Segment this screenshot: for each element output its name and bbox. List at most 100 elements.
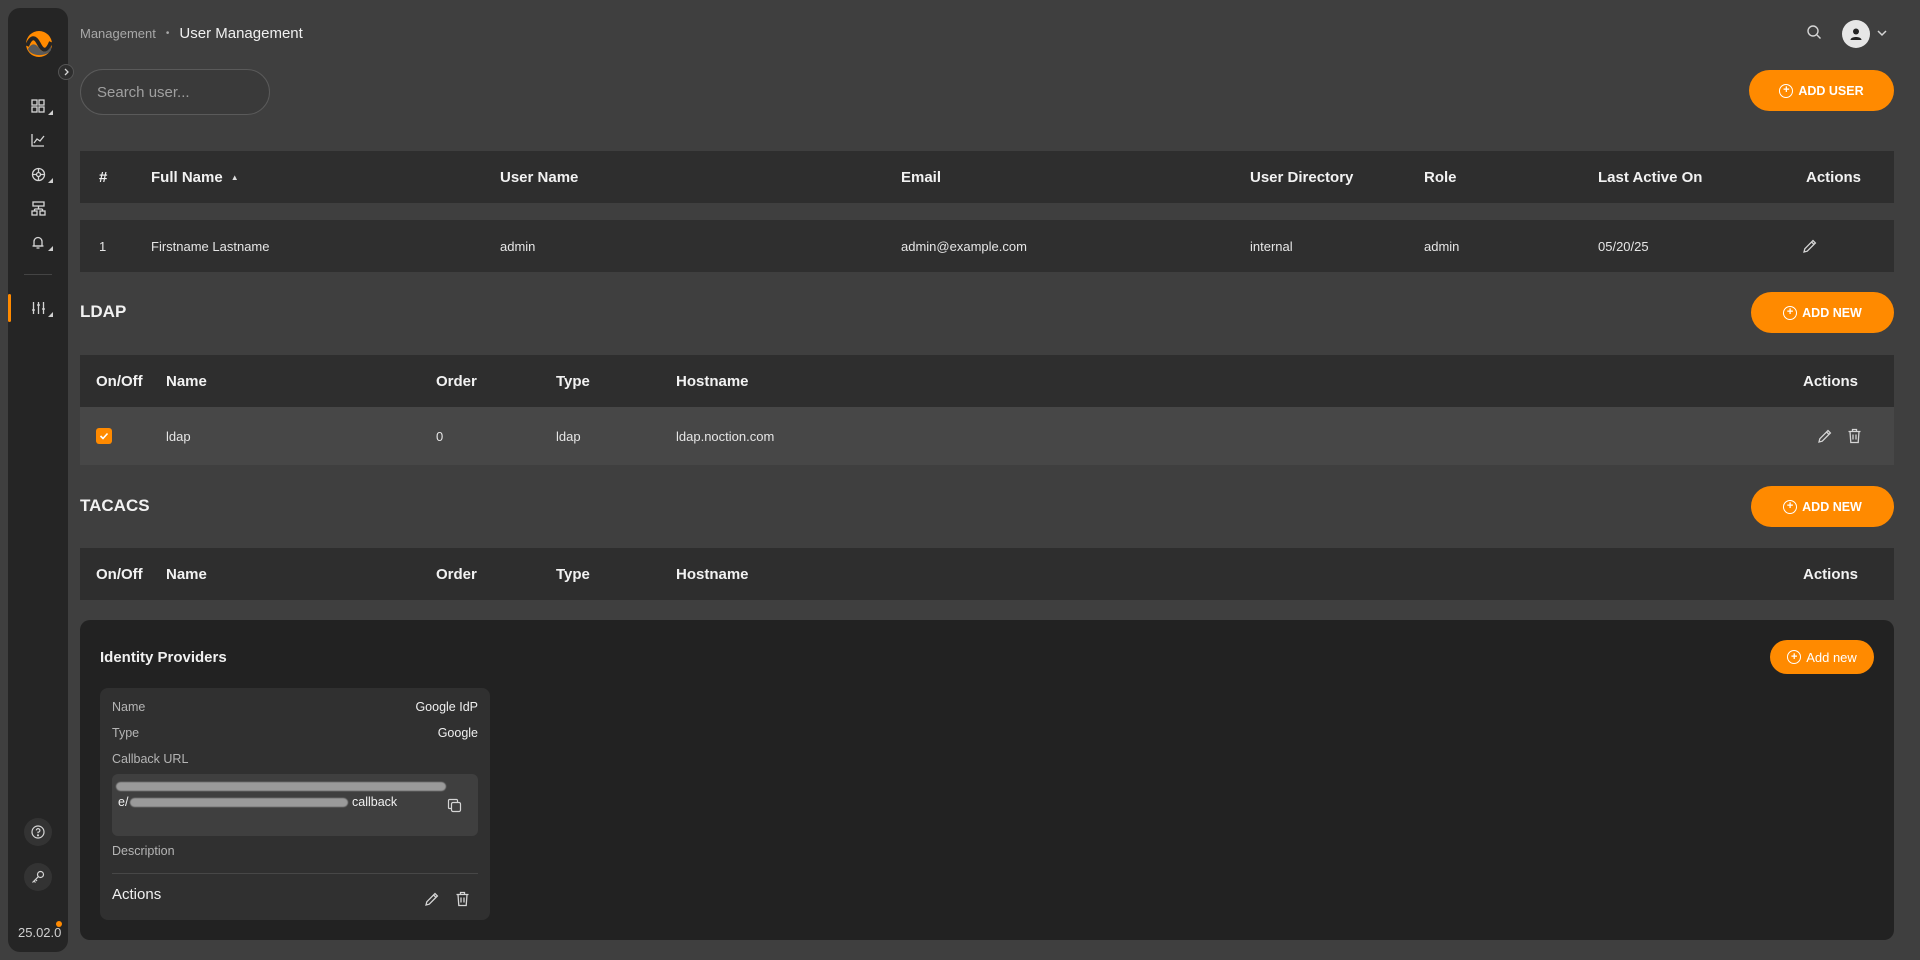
column-header-user-directory[interactable]: User Directory [1250, 151, 1353, 203]
sidebar-item-analytics[interactable] [8, 126, 68, 154]
sliders-icon [31, 302, 45, 314]
row-user-directory: internal [1250, 238, 1293, 254]
row-email: admin@example.com [901, 238, 1027, 254]
sidebar-collapse-toggle[interactable] [58, 64, 74, 80]
idp-name-label: Name [112, 700, 146, 714]
checkmark-icon [99, 432, 109, 440]
add-identity-provider-button[interactable]: + Add new [1770, 640, 1874, 674]
user-avatar[interactable] [1842, 20, 1870, 48]
page-title: User Management [179, 25, 303, 42]
edit-ldap-button[interactable] [1817, 407, 1833, 465]
column-header-actions: Actions [1806, 168, 1862, 186]
add-ldap-button[interactable]: + ADD NEW [1751, 292, 1894, 333]
ldap-section-title: LDAP [80, 302, 127, 321]
network-icon [31, 167, 45, 181]
column-header-type: Type [556, 372, 590, 390]
sidebar-item-dashboard[interactable] [8, 92, 68, 120]
column-header-name: Name [166, 372, 207, 390]
chevron-down-icon [1877, 30, 1887, 37]
column-header-full-name[interactable]: Full Name ▲ [151, 151, 239, 203]
add-identity-provider-label: Add new [1806, 649, 1857, 665]
user-menu-toggle[interactable] [1876, 26, 1888, 44]
table-row[interactable]: ldap 0 ldap ldap.noction.com [80, 407, 1894, 465]
column-header-on-off: On/Off [96, 372, 143, 390]
column-header-order: Order [436, 565, 477, 583]
idp-callback-label: Callback URL [112, 752, 189, 766]
global-search-button[interactable] [1806, 24, 1822, 45]
question-circle-icon [31, 825, 45, 839]
key-button[interactable] [24, 863, 52, 891]
row-ldap-type: ldap [556, 428, 581, 444]
identity-providers-title: Identity Providers [100, 649, 227, 666]
sidebar-divider [24, 274, 52, 275]
users-table-header: # Full Name ▲ User Name Email User Direc… [80, 151, 1894, 203]
pencil-icon [1803, 239, 1817, 253]
column-header-number: # [99, 168, 108, 186]
pencil-icon [425, 892, 439, 906]
key-icon [32, 870, 45, 883]
chevron-right-icon [64, 68, 69, 76]
sidebar-item-settings[interactable] [8, 294, 68, 322]
tacacs-table-header: On/Off Name Order Type Hostname Actions [80, 548, 1894, 600]
submenu-caret-icon [48, 312, 53, 317]
sidebar-item-notifications[interactable] [8, 228, 68, 256]
row-ldap-name: ldap [166, 428, 191, 444]
idp-callback-url-box: e/ callback [112, 774, 478, 836]
user-icon [1850, 28, 1862, 40]
copy-icon [447, 798, 462, 813]
sidebar: 25.02.0 [8, 8, 68, 952]
copy-button[interactable] [447, 798, 462, 816]
search-icon [1807, 25, 1821, 39]
column-header-last-active[interactable]: Last Active On [1598, 151, 1702, 203]
column-header-name: Name [166, 565, 207, 583]
help-button[interactable] [24, 818, 52, 846]
column-header-hostname: Hostname [676, 565, 749, 583]
row-user-name: admin [500, 238, 536, 254]
idp-name-row: Name Google IdP [112, 700, 478, 714]
user-search-input[interactable] [80, 69, 270, 115]
ldap-enabled-checkbox[interactable] [96, 407, 112, 465]
add-ldap-label: ADD NEW [1802, 305, 1862, 320]
submenu-caret-icon [48, 246, 53, 251]
identity-providers-panel: Identity Providers + Add new Name Google… [80, 620, 1894, 940]
sort-ascending-icon: ▲ [230, 172, 239, 182]
idp-type-label: Type [112, 726, 140, 740]
edit-user-button[interactable] [1802, 220, 1818, 272]
sidebar-item-hierarchy[interactable] [8, 194, 68, 222]
redacted-text [116, 782, 446, 791]
breadcrumb-parent[interactable]: Management [80, 26, 156, 41]
trash-icon [456, 891, 468, 907]
sidebar-item-network[interactable] [8, 160, 68, 188]
column-header-type: Type [556, 565, 590, 583]
table-row[interactable]: 1 Firstname Lastname admin admin@example… [80, 220, 1894, 272]
add-user-button[interactable]: + ADD USER [1749, 70, 1894, 111]
row-ldap-order: 0 [436, 428, 444, 444]
app-version: 25.02.0 [18, 925, 62, 940]
row-role: admin [1424, 238, 1460, 254]
edit-idp-button[interactable] [422, 889, 442, 909]
card-divider [112, 873, 478, 874]
identity-provider-card: Name Google IdP Type Google Callback URL… [100, 688, 490, 920]
idp-name-value: Google IdP [415, 700, 478, 714]
plus-circle-icon: + [1787, 650, 1802, 664]
delete-idp-button[interactable] [452, 889, 472, 909]
add-tacacs-button[interactable]: + ADD NEW [1751, 486, 1894, 527]
add-user-label: ADD USER [1798, 83, 1864, 98]
plus-circle-icon: + [1779, 83, 1794, 98]
callback-url-prefix: e/ [118, 795, 129, 809]
column-header-actions: Actions [1803, 372, 1859, 390]
column-header-role[interactable]: Role [1424, 151, 1457, 203]
column-header-user-name[interactable]: User Name [500, 151, 578, 203]
column-header-email[interactable]: Email [901, 151, 941, 203]
delete-ldap-button[interactable] [1847, 407, 1862, 465]
bell-icon [32, 236, 44, 249]
idp-description-label: Description [112, 844, 175, 858]
dashboard-icon [31, 99, 45, 113]
column-header-full-name-label: Full Name [151, 168, 223, 186]
tacacs-section-title: TACACS [80, 496, 150, 515]
column-header-actions: Actions [1803, 565, 1859, 583]
breadcrumb-separator: • [165, 28, 170, 39]
row-ldap-hostname: ldap.noction.com [676, 428, 775, 444]
row-full-name: Firstname Lastname [151, 238, 270, 254]
app-logo[interactable] [25, 30, 53, 58]
